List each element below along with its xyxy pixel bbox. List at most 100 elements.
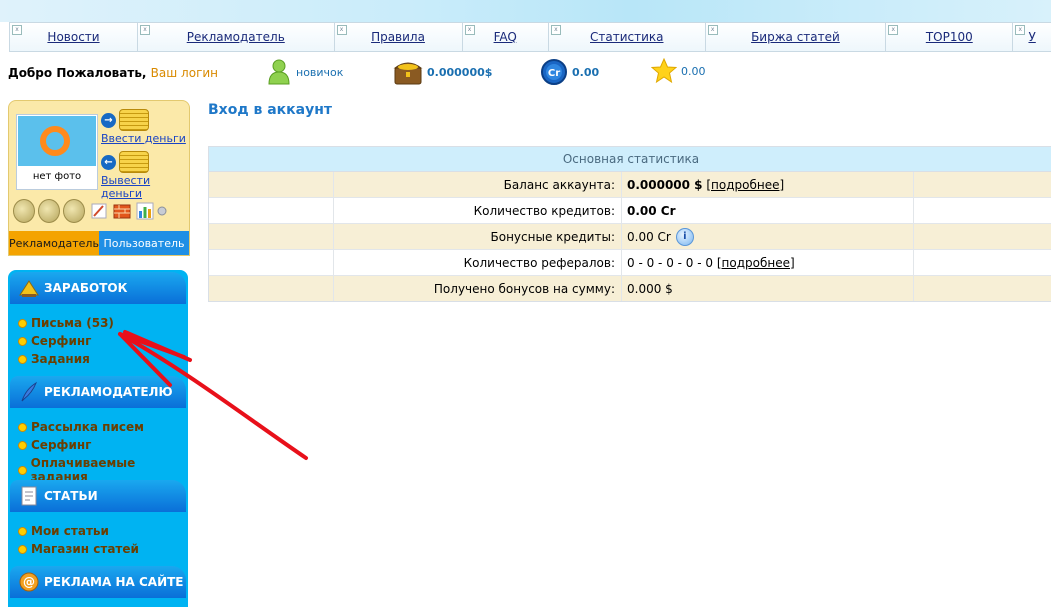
sidebar-item-mailing[interactable]: Рассылка писем xyxy=(18,420,144,434)
nav-top100[interactable]: x TOP100 xyxy=(885,23,1013,51)
details-link[interactable]: [подробнее] xyxy=(717,256,795,270)
stars-indicator: 0.00 xyxy=(651,58,706,84)
info-icon[interactable]: i xyxy=(675,227,694,246)
table-row: Количество рефералов: 0 - 0 - 0 - 0 - 0 … xyxy=(209,250,1051,276)
medal-icon xyxy=(38,199,60,223)
image-placeholder-icon: x xyxy=(1015,25,1026,35)
sidebar-item-article-shop[interactable]: Магазин статей xyxy=(18,542,139,556)
bullet-icon xyxy=(18,336,27,346)
achievements-row xyxy=(13,199,167,223)
menu-label: Рассылка писем xyxy=(31,420,144,434)
welcome-text: Добро Пожаловать, Ваш логин xyxy=(8,66,218,80)
credits-indicator: Cr 0.00 xyxy=(540,58,599,86)
row-label: Получено бонусов на сумму: xyxy=(334,276,622,301)
details-link[interactable]: [подробнее] xyxy=(706,178,784,192)
section-title: СТАТЬИ xyxy=(44,489,98,503)
balance-text: 0.000000$ xyxy=(427,65,493,79)
medal-icon xyxy=(63,199,85,223)
sidebar-item-my-articles[interactable]: Мои статьи xyxy=(18,524,109,538)
withdraw-text[interactable]: Вывести деньги xyxy=(101,174,189,200)
table-row: Количество кредитов: 0.00 Cr xyxy=(209,198,1051,224)
sidebar-item-tasks[interactable]: Задания xyxy=(18,352,90,366)
table-row: Бонусные кредиты: 0.00 Cr i xyxy=(209,224,1051,250)
row-value: 0.000 $ xyxy=(627,281,673,296)
user-profile-box: нет фото → Ввести деньги ← Вывести деньг… xyxy=(8,100,190,256)
nav-label: Биржа статей xyxy=(751,30,840,44)
medal-icon xyxy=(13,199,35,223)
nav-label: Рекламодатель xyxy=(186,30,285,44)
image-placeholder-icon: x xyxy=(140,25,151,35)
row-value: 0.00 Cr xyxy=(627,203,676,218)
sidebar-item-ad-surfing[interactable]: Серфинг xyxy=(18,438,91,452)
firewall-icon[interactable] xyxy=(113,202,131,220)
avatar[interactable]: нет фото xyxy=(17,115,97,189)
at-sign-icon: @ xyxy=(19,572,39,592)
menu-label: Магазин статей xyxy=(31,542,139,556)
row-label: Количество кредитов: xyxy=(334,198,622,223)
greeting: Добро Пожаловать, xyxy=(8,66,147,80)
rank-indicator: новичок xyxy=(266,58,343,86)
arrow-left-icon: ← xyxy=(101,154,116,170)
bullet-icon xyxy=(18,544,27,554)
deposit-link[interactable]: → Ввести деньги xyxy=(101,109,186,145)
main-stats-table: Основная статистика Баланс аккаунта: 0.0… xyxy=(208,146,1051,302)
arrow-right-icon: → xyxy=(101,112,116,128)
credits-text: 0.00 xyxy=(572,65,600,79)
balance-indicator: 0.000000$ xyxy=(393,58,492,86)
row-value: 0.00 Cr xyxy=(627,229,671,244)
nav-more[interactable]: xУ xyxy=(1012,23,1051,51)
tab-advertiser[interactable]: Рекламодатель xyxy=(9,231,99,255)
section-earnings[interactable]: ЗАРАБОТОК xyxy=(10,272,186,304)
image-placeholder-icon: x xyxy=(12,25,22,35)
section-title: РЕКЛАМА НА САЙТЕ xyxy=(44,575,184,589)
svg-text:@: @ xyxy=(23,575,35,589)
bullet-icon xyxy=(18,440,27,450)
menu-label: Серфинг xyxy=(31,438,92,452)
image-placeholder-icon: x xyxy=(888,25,899,35)
login-name[interactable]: Ваш логин xyxy=(151,66,218,80)
top-navigation: x Новости x Рекламодатель x Правила x FAQ x С… xyxy=(9,22,1051,52)
nav-statistics[interactable]: x Статистика xyxy=(547,23,705,51)
section-site-ads[interactable]: @ РЕКЛАМА НА САЙТЕ xyxy=(10,566,186,598)
credits-coin-icon: Cr xyxy=(541,59,567,85)
menu-label: Задания xyxy=(31,352,90,366)
nav-faq[interactable]: x FAQ xyxy=(461,23,548,51)
withdraw-link[interactable]: ← Вывести деньги xyxy=(101,151,189,200)
star-icon xyxy=(651,58,677,84)
menu-label: Серфинг xyxy=(31,334,92,348)
nav-news[interactable]: x Новости xyxy=(9,23,138,51)
nav-rules[interactable]: x Правила xyxy=(333,23,462,51)
nav-label: Статистика xyxy=(590,30,664,44)
nav-advertiser[interactable]: x Рекламодатель xyxy=(137,23,334,51)
user-rank-icon xyxy=(268,59,290,85)
svg-text:Cr: Cr xyxy=(548,68,560,79)
menu-label: Письма (53) xyxy=(31,316,114,330)
pencil-icon[interactable] xyxy=(90,202,108,220)
sidebar-item-surfing[interactable]: Серфинг xyxy=(18,334,91,348)
sidebar-item-letters[interactable]: Письма (53) xyxy=(18,316,114,330)
sidebar-menu: ЗАРАБОТОК Письма (53) Серфинг Задания РЕ… xyxy=(8,270,188,607)
rank-text: новичок xyxy=(296,65,344,79)
row-label: Количество рефералов: xyxy=(334,250,622,275)
row-label: Бонусные кредиты: xyxy=(334,224,622,249)
menu-label: Мои статьи xyxy=(31,524,109,538)
page-title: Вход в аккаунт xyxy=(208,102,333,118)
bullet-icon xyxy=(18,526,27,536)
article-icon xyxy=(21,486,37,506)
coins-icon xyxy=(119,151,149,173)
section-articles[interactable]: СТАТЬИ xyxy=(10,480,186,512)
row-value: 0.000000 $ xyxy=(627,177,703,192)
stars-text: 0.00 xyxy=(681,64,706,78)
table-row: Получено бонусов на сумму: 0.000 $ xyxy=(209,276,1051,301)
bar-chart-icon[interactable] xyxy=(136,202,154,220)
bullet-icon xyxy=(18,465,27,475)
tab-user[interactable]: Пользователь xyxy=(99,231,189,255)
deposit-text[interactable]: Ввести деньги xyxy=(101,132,186,145)
nav-article-exchange[interactable]: x Биржа статей xyxy=(704,23,886,51)
role-tabs: Рекламодатель Пользователь xyxy=(9,231,189,255)
gear-icon[interactable] xyxy=(157,206,167,216)
section-title: ЗАРАБОТОК xyxy=(44,281,128,295)
section-advertisers[interactable]: РЕКЛАМОДАТЕЛЮ xyxy=(10,376,186,408)
bullet-icon xyxy=(18,354,27,364)
image-placeholder-icon: x xyxy=(336,25,347,35)
